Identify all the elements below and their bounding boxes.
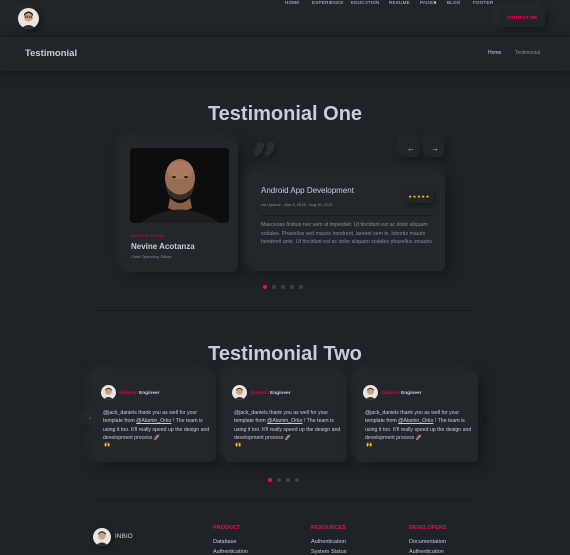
testimonial-one-title: Testimonial One: [207, 103, 363, 125]
page-title: Testimonial: [25, 48, 78, 59]
carousel-dot[interactable]: [295, 478, 299, 482]
chevron-down-icon: ▾: [434, 0, 437, 5]
footer-link[interactable]: Authentication: [409, 549, 444, 555]
testimonial-review-card: Android App Development via Upwork - Mar…: [250, 174, 445, 271]
nav-home[interactable]: HOME: [285, 0, 300, 5]
tweet-mention-link[interactable]: @Alamin_Orko: [136, 418, 171, 424]
tweet-role: Engineer: [139, 391, 160, 396]
footer-link[interactable]: Database: [213, 539, 237, 545]
breadcrumb-separator: -: [507, 50, 509, 56]
carousel-dot[interactable]: [290, 285, 294, 289]
breadcrumb-bar: Testimonial Home - Testimonial: [0, 37, 570, 71]
divider: [261, 215, 434, 216]
section-divider: [95, 500, 475, 501]
person-photo: [130, 148, 229, 223]
breadcrumb-home-link[interactable]: Home: [488, 50, 501, 56]
carousel-dot[interactable]: [277, 478, 281, 482]
person-position: Chief Operating Officer: [131, 254, 172, 259]
avatar: [101, 385, 116, 400]
arrow-left-icon[interactable]: ←: [402, 139, 420, 157]
tweet-text: @jack_daniels thank you as well for your…: [365, 409, 473, 442]
avatar: [363, 385, 378, 400]
footer-col-developers-title: DEVELOPERS: [409, 525, 447, 531]
breadcrumb: Home - Testimonial: [488, 50, 540, 56]
carousel-dots-two: [268, 478, 299, 482]
carousel-dot[interactable]: [299, 285, 303, 289]
profile-avatar[interactable]: [18, 8, 39, 29]
footer-col-resources-title: RESOURCES: [311, 525, 346, 531]
person-role: RANDOM THEME: [131, 234, 165, 238]
footer-brand: INBIO: [115, 533, 133, 540]
nav-blog[interactable]: BLOG: [447, 0, 461, 5]
tweet-role: Engineer: [270, 391, 291, 396]
arrow-right-icon[interactable]: →: [426, 139, 444, 157]
tweet-author[interactable]: @alaminEngineer: [250, 391, 291, 396]
footer-link[interactable]: Documentation: [409, 539, 446, 545]
nav-footer[interactable]: FOOTER: [473, 0, 493, 5]
project-meta: via Upwork - Mar 4, 2015 - Aug 30, 2021: [261, 202, 333, 207]
review-text: Maecenas finibus nec sem ut imperdiet. U…: [261, 222, 435, 246]
testimonial-two-title: Testimonial Two: [208, 343, 362, 365]
footer-link[interactable]: System Status: [311, 549, 346, 555]
tweet-text: @jack_daniels thank you as well for your…: [234, 409, 342, 442]
tweet-emoji: 🙌: [366, 442, 373, 448]
project-title: Android App Development: [261, 186, 354, 195]
nav-education[interactable]: EDUCATION: [351, 0, 380, 5]
tweet-mention-link[interactable]: @Alamin_Orko: [267, 418, 302, 424]
carousel-dot[interactable]: [286, 478, 290, 482]
carousel-dot[interactable]: [281, 285, 285, 289]
nav-resume[interactable]: RESUME: [389, 0, 410, 5]
tweet-handle[interactable]: @alamin: [250, 391, 269, 396]
contact-me-button[interactable]: CONTACT ME: [499, 8, 545, 27]
tweet-handle[interactable]: @alamin: [119, 391, 138, 396]
tweet-role: Engineer: [401, 391, 422, 396]
footer-col-product-title: PRODUCT: [213, 525, 241, 531]
carousel-dots-one: [263, 285, 303, 289]
carousel-dot[interactable]: [272, 285, 276, 289]
avatar: [232, 385, 247, 400]
footer-link[interactable]: Authentication: [213, 549, 248, 555]
site-header: HOME EXPERIENCE EDUCATION RESUME PAGES ▾…: [0, 0, 570, 36]
tweet-text: @jack_daniels thank you as well for your…: [103, 409, 211, 442]
tweet-card: @alaminEngineer @jack_daniels thank you …: [356, 373, 478, 462]
rating-stars: ★★★★★: [405, 191, 433, 203]
tweet-emoji: 🙌: [104, 442, 111, 448]
tweet-card: @alaminEngineer @jack_daniels thank you …: [94, 373, 216, 462]
nav-experience[interactable]: EXPERIENCE: [312, 0, 344, 5]
tweet-mention-link[interactable]: @Alamin_Orko: [398, 418, 433, 424]
breadcrumb-current: Testimonial: [514, 50, 540, 56]
tweet-emoji: 🙌: [235, 442, 242, 448]
tweet-card: @alaminEngineer @jack_daniels thank you …: [225, 373, 347, 462]
section-divider: [95, 310, 475, 311]
tweet-handle[interactable]: @alamin: [381, 391, 400, 396]
carousel-dot[interactable]: [263, 285, 267, 289]
tweet-author[interactable]: @alaminEngineer: [119, 391, 160, 396]
person-name: Nevine Acotanza: [131, 242, 195, 251]
footer-link[interactable]: Authentication: [311, 539, 346, 545]
tweet-author[interactable]: @alaminEngineer: [381, 391, 422, 396]
carousel-dot[interactable]: [268, 478, 272, 482]
testimonial-person-card: RANDOM THEME Nevine Acotanza Chief Opera…: [123, 141, 238, 272]
footer-logo[interactable]: [93, 528, 111, 546]
